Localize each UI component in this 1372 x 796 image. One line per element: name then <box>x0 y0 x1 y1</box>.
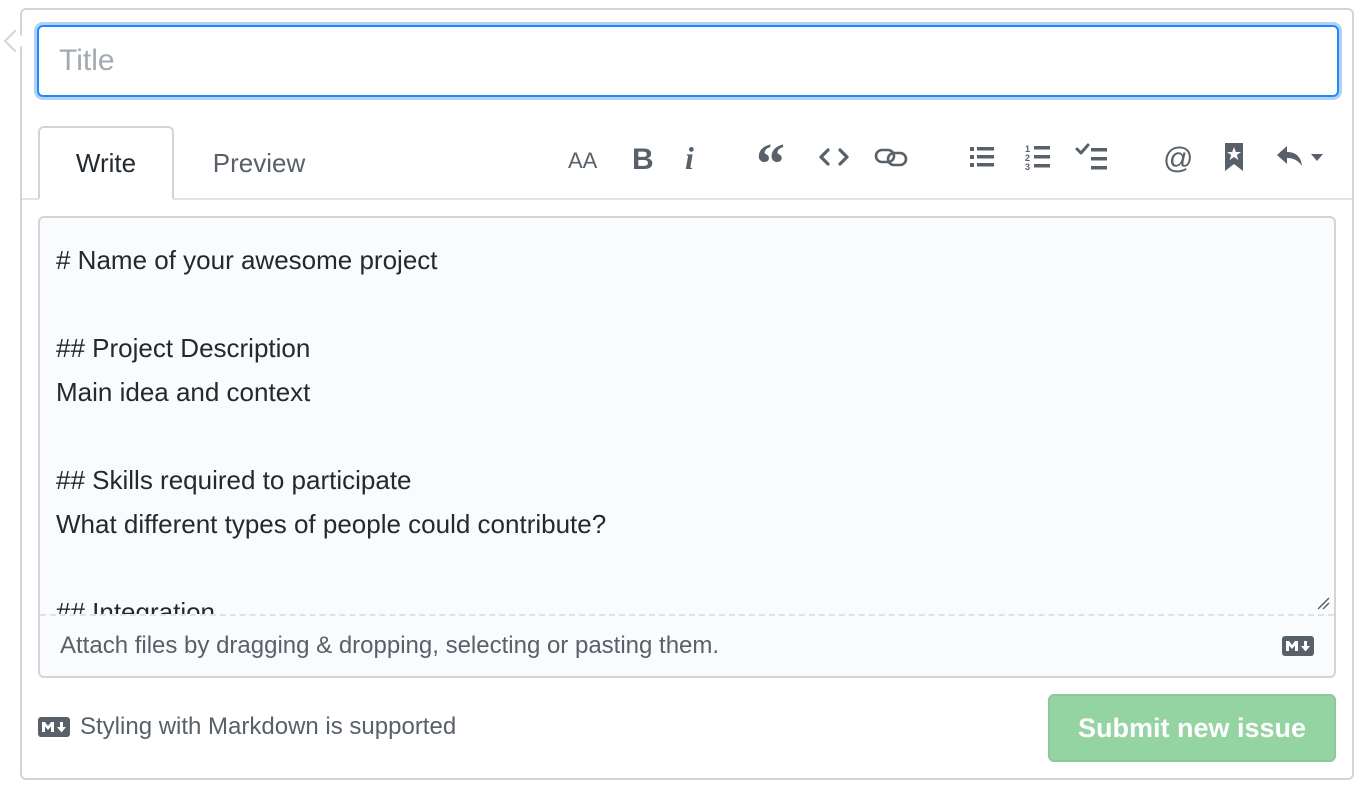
tab-write[interactable]: Write <box>38 126 174 200</box>
text-size-icon[interactable]: AA <box>564 134 608 180</box>
link-icon[interactable] <box>870 134 912 180</box>
editor-line: Main idea and context <box>56 377 311 407</box>
quote-icon[interactable]: “ <box>752 134 792 180</box>
markdown-icon <box>38 717 70 737</box>
mention-icon[interactable]: @ <box>1158 134 1198 180</box>
italic-icon[interactable]: i <box>676 134 706 180</box>
bulleted-list-icon[interactable] <box>964 134 1000 180</box>
editor-line: ## Integration <box>56 597 216 614</box>
markdown-icon <box>1282 636 1314 656</box>
svg-text:AA: AA <box>568 148 598 173</box>
comment-editor: # Name of your awesome project ## Projec… <box>38 216 1336 678</box>
editor-line: ## Project Description <box>56 333 311 363</box>
issue-title-input[interactable] <box>37 25 1339 97</box>
attach-files-text: Attach files by dragging & dropping, sel… <box>60 632 720 659</box>
svg-text:@: @ <box>1163 142 1193 175</box>
tab-write-label: Write <box>75 147 137 178</box>
saved-reply-icon[interactable] <box>1218 134 1250 180</box>
resize-grip-icon[interactable] <box>1316 596 1330 610</box>
reply-icon[interactable] <box>1270 134 1334 180</box>
bold-icon[interactable]: B <box>624 134 660 180</box>
task-list-icon[interactable] <box>1072 134 1112 180</box>
editor-line: # Name of your awesome project <box>56 245 438 275</box>
code-icon[interactable] <box>814 134 854 180</box>
numbered-list-icon[interactable]: 1 2 3 <box>1020 134 1056 180</box>
svg-text:“: “ <box>756 139 785 175</box>
file-attach-bar[interactable]: Attach files by dragging & dropping, sel… <box>40 614 1334 676</box>
tab-preview-label: Preview <box>212 147 306 178</box>
editor-line: ## Skills required to participate <box>56 465 412 495</box>
svg-text:3: 3 <box>1025 162 1030 172</box>
editor-line: What different types of people could con… <box>56 509 607 539</box>
svg-text:B: B <box>632 143 654 175</box>
tab-preview[interactable]: Preview <box>182 126 336 200</box>
comment-body-textarea[interactable]: # Name of your awesome project ## Projec… <box>40 218 1334 614</box>
submit-new-issue-button[interactable]: Submit new issue <box>1048 694 1336 762</box>
markdown-supported-link[interactable]: Styling with Markdown is supported <box>80 712 456 742</box>
svg-text:i: i <box>685 140 694 175</box>
